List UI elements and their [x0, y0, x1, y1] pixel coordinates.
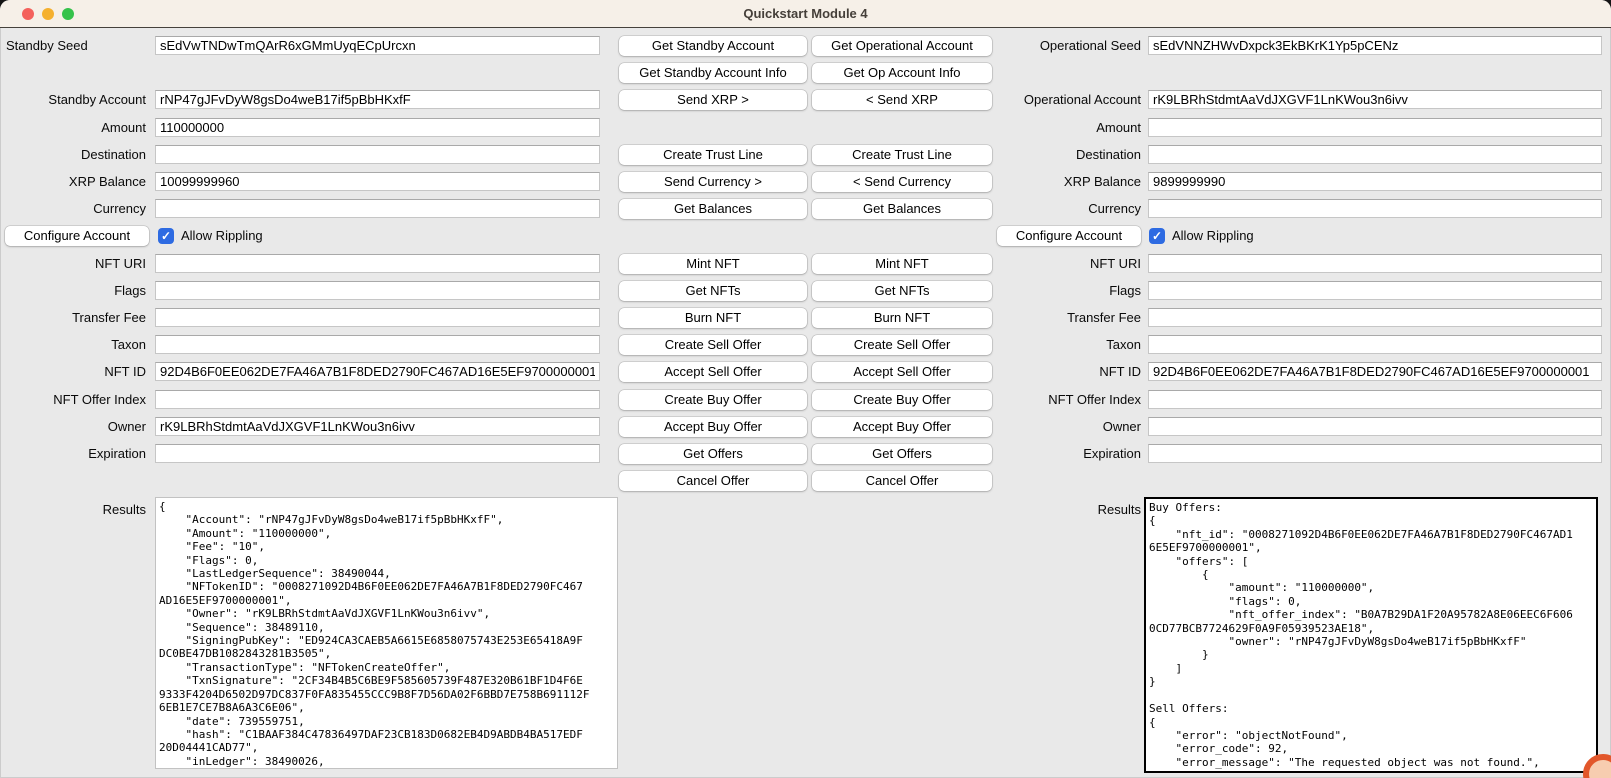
operational-flags-input[interactable]	[1148, 281, 1602, 300]
standby-configure-account-button[interactable]: Configure Account	[5, 226, 149, 246]
standby-owner-label: Owner	[0, 417, 146, 436]
operational-amount-label: Amount	[955, 118, 1141, 137]
standby-expiration-input[interactable]	[155, 444, 600, 463]
operational-currency-label: Currency	[955, 199, 1141, 218]
operational-nft-id-input[interactable]	[1148, 362, 1602, 381]
standby-currency-input[interactable]	[155, 199, 600, 218]
operational-xrp-balance-input[interactable]	[1148, 172, 1602, 191]
operational-cancel-offer-button[interactable]: Cancel Offer	[812, 471, 992, 491]
standby-destination-label: Destination	[0, 145, 146, 164]
operational-nft-uri-label: NFT URI	[955, 254, 1141, 273]
operational-flags-label: Flags	[955, 281, 1141, 300]
operational-taxon-label: Taxon	[955, 335, 1141, 354]
standby-create-buy-offer-button[interactable]: Create Buy Offer	[619, 390, 807, 410]
operational-xrp-balance-label: XRP Balance	[955, 172, 1141, 191]
standby-seed-label: Standby Seed	[6, 36, 146, 55]
standby-owner-input[interactable]	[155, 417, 600, 436]
operational-seed-label: Operational Seed	[955, 36, 1141, 55]
operational-owner-label: Owner	[955, 417, 1141, 436]
operational-transfer-fee-input[interactable]	[1148, 308, 1602, 327]
standby-xrp-balance-input[interactable]	[155, 172, 600, 191]
standby-get-offers-button[interactable]: Get Offers	[619, 444, 807, 464]
operational-configure-account-button[interactable]: Configure Account	[997, 226, 1141, 246]
standby-expiration-label: Expiration	[0, 444, 146, 463]
standby-amount-input[interactable]	[155, 118, 600, 137]
operational-allow-rippling-label: Allow Rippling	[1172, 227, 1254, 245]
operational-nft-id-label: NFT ID	[955, 362, 1141, 381]
operational-results-area[interactable]: Buy Offers: { "nft_id": "0008271092D4B6F…	[1144, 497, 1598, 773]
standby-flags-label: Flags	[0, 281, 146, 300]
standby-create-trust-line-button[interactable]: Create Trust Line	[619, 145, 807, 165]
checkmark-icon: ✓	[161, 229, 171, 243]
window-title: Quickstart Module 4	[0, 0, 1611, 27]
operational-expiration-input[interactable]	[1148, 444, 1602, 463]
standby-transfer-fee-input[interactable]	[155, 308, 600, 327]
standby-results-area[interactable]: { "Account": "rNP47gJFvDyW8gsDo4weB17if5…	[155, 497, 618, 769]
operational-owner-input[interactable]	[1148, 417, 1602, 436]
standby-nft-offer-index-input[interactable]	[155, 390, 600, 409]
standby-seed-input[interactable]	[155, 36, 600, 55]
standby-currency-label: Currency	[0, 199, 146, 218]
standby-get-nfts-button[interactable]: Get NFTs	[619, 281, 807, 301]
operational-destination-input[interactable]	[1148, 145, 1602, 164]
standby-destination-input[interactable]	[155, 145, 600, 164]
standby-create-sell-offer-button[interactable]: Create Sell Offer	[619, 335, 807, 355]
standby-account-input[interactable]	[155, 90, 600, 109]
operational-transfer-fee-label: Transfer Fee	[955, 308, 1141, 327]
checkmark-icon: ✓	[1152, 229, 1162, 243]
operational-amount-input[interactable]	[1148, 118, 1602, 137]
standby-nft-uri-input[interactable]	[155, 254, 600, 273]
standby-accept-sell-offer-button[interactable]: Accept Sell Offer	[619, 362, 807, 382]
standby-get-account-info-button[interactable]: Get Standby Account Info	[619, 63, 807, 83]
standby-xrp-balance-label: XRP Balance	[0, 172, 146, 191]
operational-results-text: Buy Offers: { "nft_id": "0008271092D4B6F…	[1149, 501, 1579, 769]
operational-account-input[interactable]	[1148, 90, 1602, 109]
operational-results-label: Results	[955, 500, 1141, 519]
standby-allow-rippling-label: Allow Rippling	[181, 227, 263, 245]
standby-accept-buy-offer-button[interactable]: Accept Buy Offer	[619, 417, 807, 437]
operational-taxon-input[interactable]	[1148, 335, 1602, 354]
standby-send-currency-button[interactable]: Send Currency >	[619, 172, 807, 192]
operational-account-label: Operational Account	[955, 90, 1141, 109]
operational-expiration-label: Expiration	[955, 444, 1141, 463]
standby-results-label: Results	[0, 500, 146, 519]
standby-mint-nft-button[interactable]: Mint NFT	[619, 254, 807, 274]
standby-nft-uri-label: NFT URI	[0, 254, 146, 273]
operational-nft-offer-index-input[interactable]	[1148, 390, 1602, 409]
operational-seed-input[interactable]	[1148, 36, 1602, 55]
standby-get-account-button[interactable]: Get Standby Account	[619, 36, 807, 56]
standby-results-text: { "Account": "rNP47gJFvDyW8gsDo4weB17if5…	[159, 500, 589, 768]
standby-send-xrp-button[interactable]: Send XRP >	[619, 90, 807, 110]
standby-flags-input[interactable]	[155, 281, 600, 300]
operational-nft-uri-input[interactable]	[1148, 254, 1602, 273]
standby-cancel-offer-button[interactable]: Cancel Offer	[619, 471, 807, 491]
standby-taxon-label: Taxon	[0, 335, 146, 354]
standby-nft-id-label: NFT ID	[0, 362, 146, 381]
standby-nft-offer-index-label: NFT Offer Index	[0, 390, 146, 409]
operational-nft-offer-index-label: NFT Offer Index	[955, 390, 1141, 409]
operational-allow-rippling-checkbox[interactable]: ✓	[1149, 228, 1165, 244]
titlebar: Quickstart Module 4	[0, 0, 1611, 28]
standby-get-balances-button[interactable]: Get Balances	[619, 199, 807, 219]
standby-allow-rippling-checkbox[interactable]: ✓	[158, 228, 174, 244]
standby-account-label: Standby Account	[0, 90, 146, 109]
operational-currency-input[interactable]	[1148, 199, 1602, 218]
standby-amount-label: Amount	[0, 118, 146, 137]
operational-get-account-info-button[interactable]: Get Op Account Info	[812, 63, 992, 83]
standby-nft-id-input[interactable]	[155, 362, 600, 381]
standby-transfer-fee-label: Transfer Fee	[0, 308, 146, 327]
operational-destination-label: Destination	[955, 145, 1141, 164]
standby-burn-nft-button[interactable]: Burn NFT	[619, 308, 807, 328]
standby-taxon-input[interactable]	[155, 335, 600, 354]
app-window: Quickstart Module 4 Standby Seed Standby…	[0, 0, 1611, 778]
